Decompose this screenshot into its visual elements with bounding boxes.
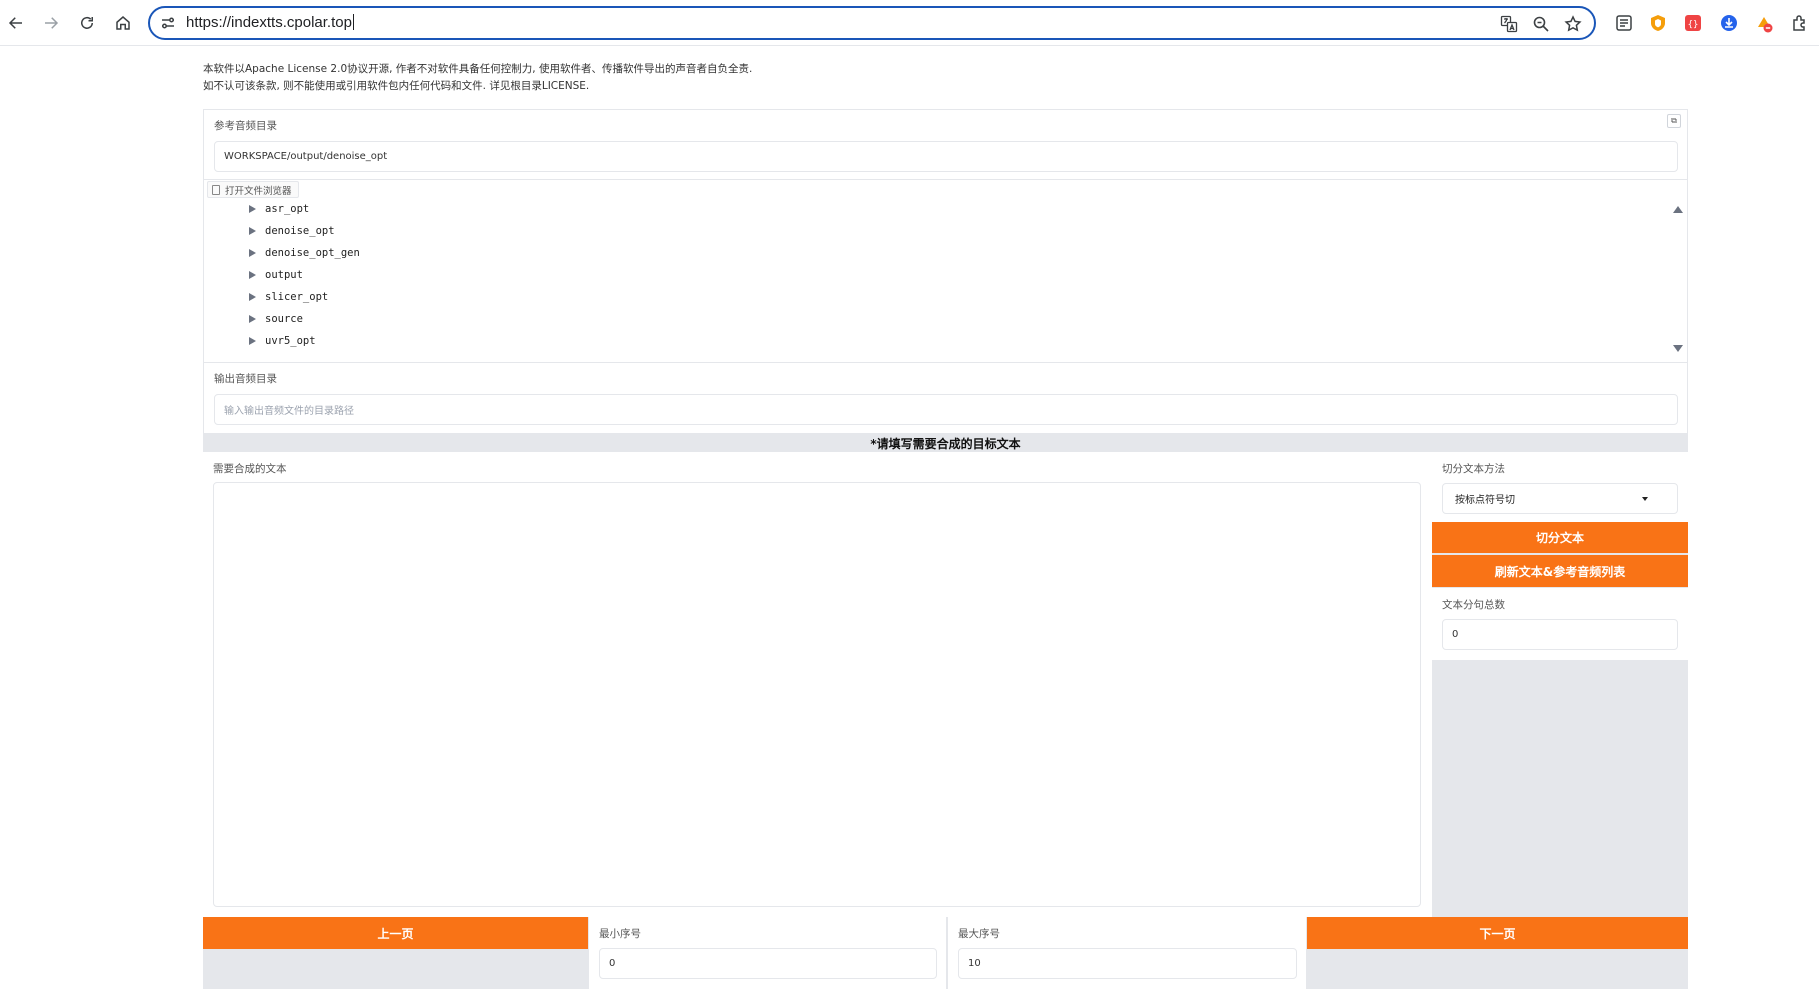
sentence-count-panel: 文本分句总数 0 [1432, 588, 1688, 660]
reload-button[interactable] [74, 10, 100, 36]
prev-page-button[interactable]: 上一页 [203, 917, 588, 949]
forward-button[interactable] [38, 10, 64, 36]
split-method-label: 切分文本方法 [1442, 463, 1505, 475]
file-browser-toggle[interactable]: 打开文件浏览器 [207, 181, 299, 198]
ref-audio-input[interactable]: WORKSPACE/output/denoise_opt [214, 141, 1678, 172]
home-button[interactable] [110, 10, 136, 36]
scroll-down-arrow-icon[interactable] [1673, 345, 1683, 352]
json-extension-icon[interactable]: {} [1683, 13, 1703, 33]
expand-triangle-icon[interactable] [249, 205, 256, 213]
synth-text-panel: 需要合成的文本 [203, 452, 1432, 917]
site-settings-icon[interactable] [160, 15, 176, 31]
expand-triangle-icon[interactable] [249, 337, 256, 345]
reload-icon [81, 16, 93, 29]
ref-audio-panel: 参考音频目录 ⧉ WORKSPACE/output/denoise_opt [203, 109, 1688, 180]
scroll-up-arrow-icon[interactable] [1673, 206, 1683, 213]
zoom-icon[interactable] [1532, 15, 1550, 33]
synth-text-label: 需要合成的文本 [213, 463, 287, 475]
bookmark-star-icon[interactable] [1564, 15, 1582, 33]
sentence-count-label: 文本分句总数 [1442, 599, 1505, 611]
url-text[interactable]: https://indextts.cpolar.top [186, 14, 354, 31]
reading-list-icon[interactable] [1614, 13, 1634, 33]
file-icon [212, 184, 220, 195]
tree-item-asr-opt[interactable]: asr_opt [249, 203, 309, 215]
ref-audio-label: 参考音频目录 [214, 120, 277, 132]
license-line-1: 本软件以Apache License 2.0协议开源, 作者不对软件具备任何控制… [203, 63, 753, 75]
file-browser-tree: asr_opt denoise_opt denoise_opt_gen outp… [203, 180, 1688, 363]
translate-icon[interactable] [1500, 15, 1518, 33]
max-index-input[interactable]: 10 [958, 948, 1297, 979]
back-button[interactable] [3, 10, 29, 36]
max-index-panel: 最大序号 10 [948, 917, 1306, 989]
split-method-panel: 切分文本方法 按标点符号切 [1432, 452, 1688, 522]
section-title: *请填写需要合成的目标文本 [203, 434, 1688, 452]
output-audio-label: 输出音频目录 [214, 373, 277, 385]
browser-toolbar: https://indextts.cpolar.top {} [0, 0, 1819, 46]
tree-item-slicer-opt[interactable]: slicer_opt [249, 291, 328, 303]
expand-triangle-icon[interactable] [249, 293, 256, 301]
tree-item-denoise-opt[interactable]: denoise_opt [249, 225, 335, 237]
split-method-value: 按标点符号切 [1455, 495, 1515, 506]
back-arrow-icon [8, 17, 22, 29]
min-index-input[interactable]: 0 [599, 948, 937, 979]
blocked-extension-icon[interactable] [1754, 13, 1774, 33]
chevron-down-icon [1642, 497, 1648, 501]
max-index-label: 最大序号 [958, 928, 1000, 940]
forward-arrow-icon [45, 17, 59, 29]
license-notice: 本软件以Apache License 2.0协议开源, 作者不对软件具备任何控制… [203, 61, 752, 95]
split-method-dropdown[interactable]: 按标点符号切 [1442, 483, 1678, 514]
next-page-button[interactable]: 下一页 [1307, 917, 1688, 949]
expand-triangle-icon[interactable] [249, 315, 256, 323]
output-audio-input[interactable]: 输入输出音频文件的目录路径 [214, 394, 1678, 425]
address-bar[interactable]: https://indextts.cpolar.top [148, 6, 1596, 40]
expand-triangle-icon[interactable] [249, 249, 256, 257]
home-icon [116, 16, 130, 30]
expand-triangle-icon[interactable] [249, 271, 256, 279]
license-line-2: 如不认可该条款, 则不能使用或引用软件包内任何代码和文件. 详见根目录LICEN… [203, 80, 590, 92]
tree-item-output[interactable]: output [249, 269, 303, 281]
file-browser-label: 打开文件浏览器 [225, 185, 292, 197]
svg-text:{}: {} [1688, 20, 1699, 30]
tree-item-denoise-opt-gen[interactable]: denoise_opt_gen [249, 247, 360, 259]
tree-item-source[interactable]: source [249, 313, 303, 325]
min-index-panel: 最小序号 0 [589, 917, 946, 989]
copy-icon[interactable]: ⧉ [1667, 114, 1681, 128]
refresh-list-button[interactable]: 刷新文本&参考音频列表 [1432, 555, 1688, 587]
split-text-button[interactable]: 切分文本 [1432, 522, 1688, 553]
sentence-count-input[interactable]: 0 [1442, 619, 1678, 650]
output-audio-panel: 输出音频目录 输入输出音频文件的目录路径 [203, 363, 1688, 434]
tree-item-uvr5-opt[interactable]: uvr5_opt [249, 335, 316, 347]
extensions-puzzle-icon[interactable] [1790, 13, 1810, 33]
expand-triangle-icon[interactable] [249, 227, 256, 235]
synth-text-textarea[interactable] [213, 482, 1421, 907]
min-index-label: 最小序号 [599, 928, 641, 940]
brave-shield-icon[interactable] [1648, 13, 1668, 33]
download-extension-icon[interactable] [1719, 13, 1739, 33]
